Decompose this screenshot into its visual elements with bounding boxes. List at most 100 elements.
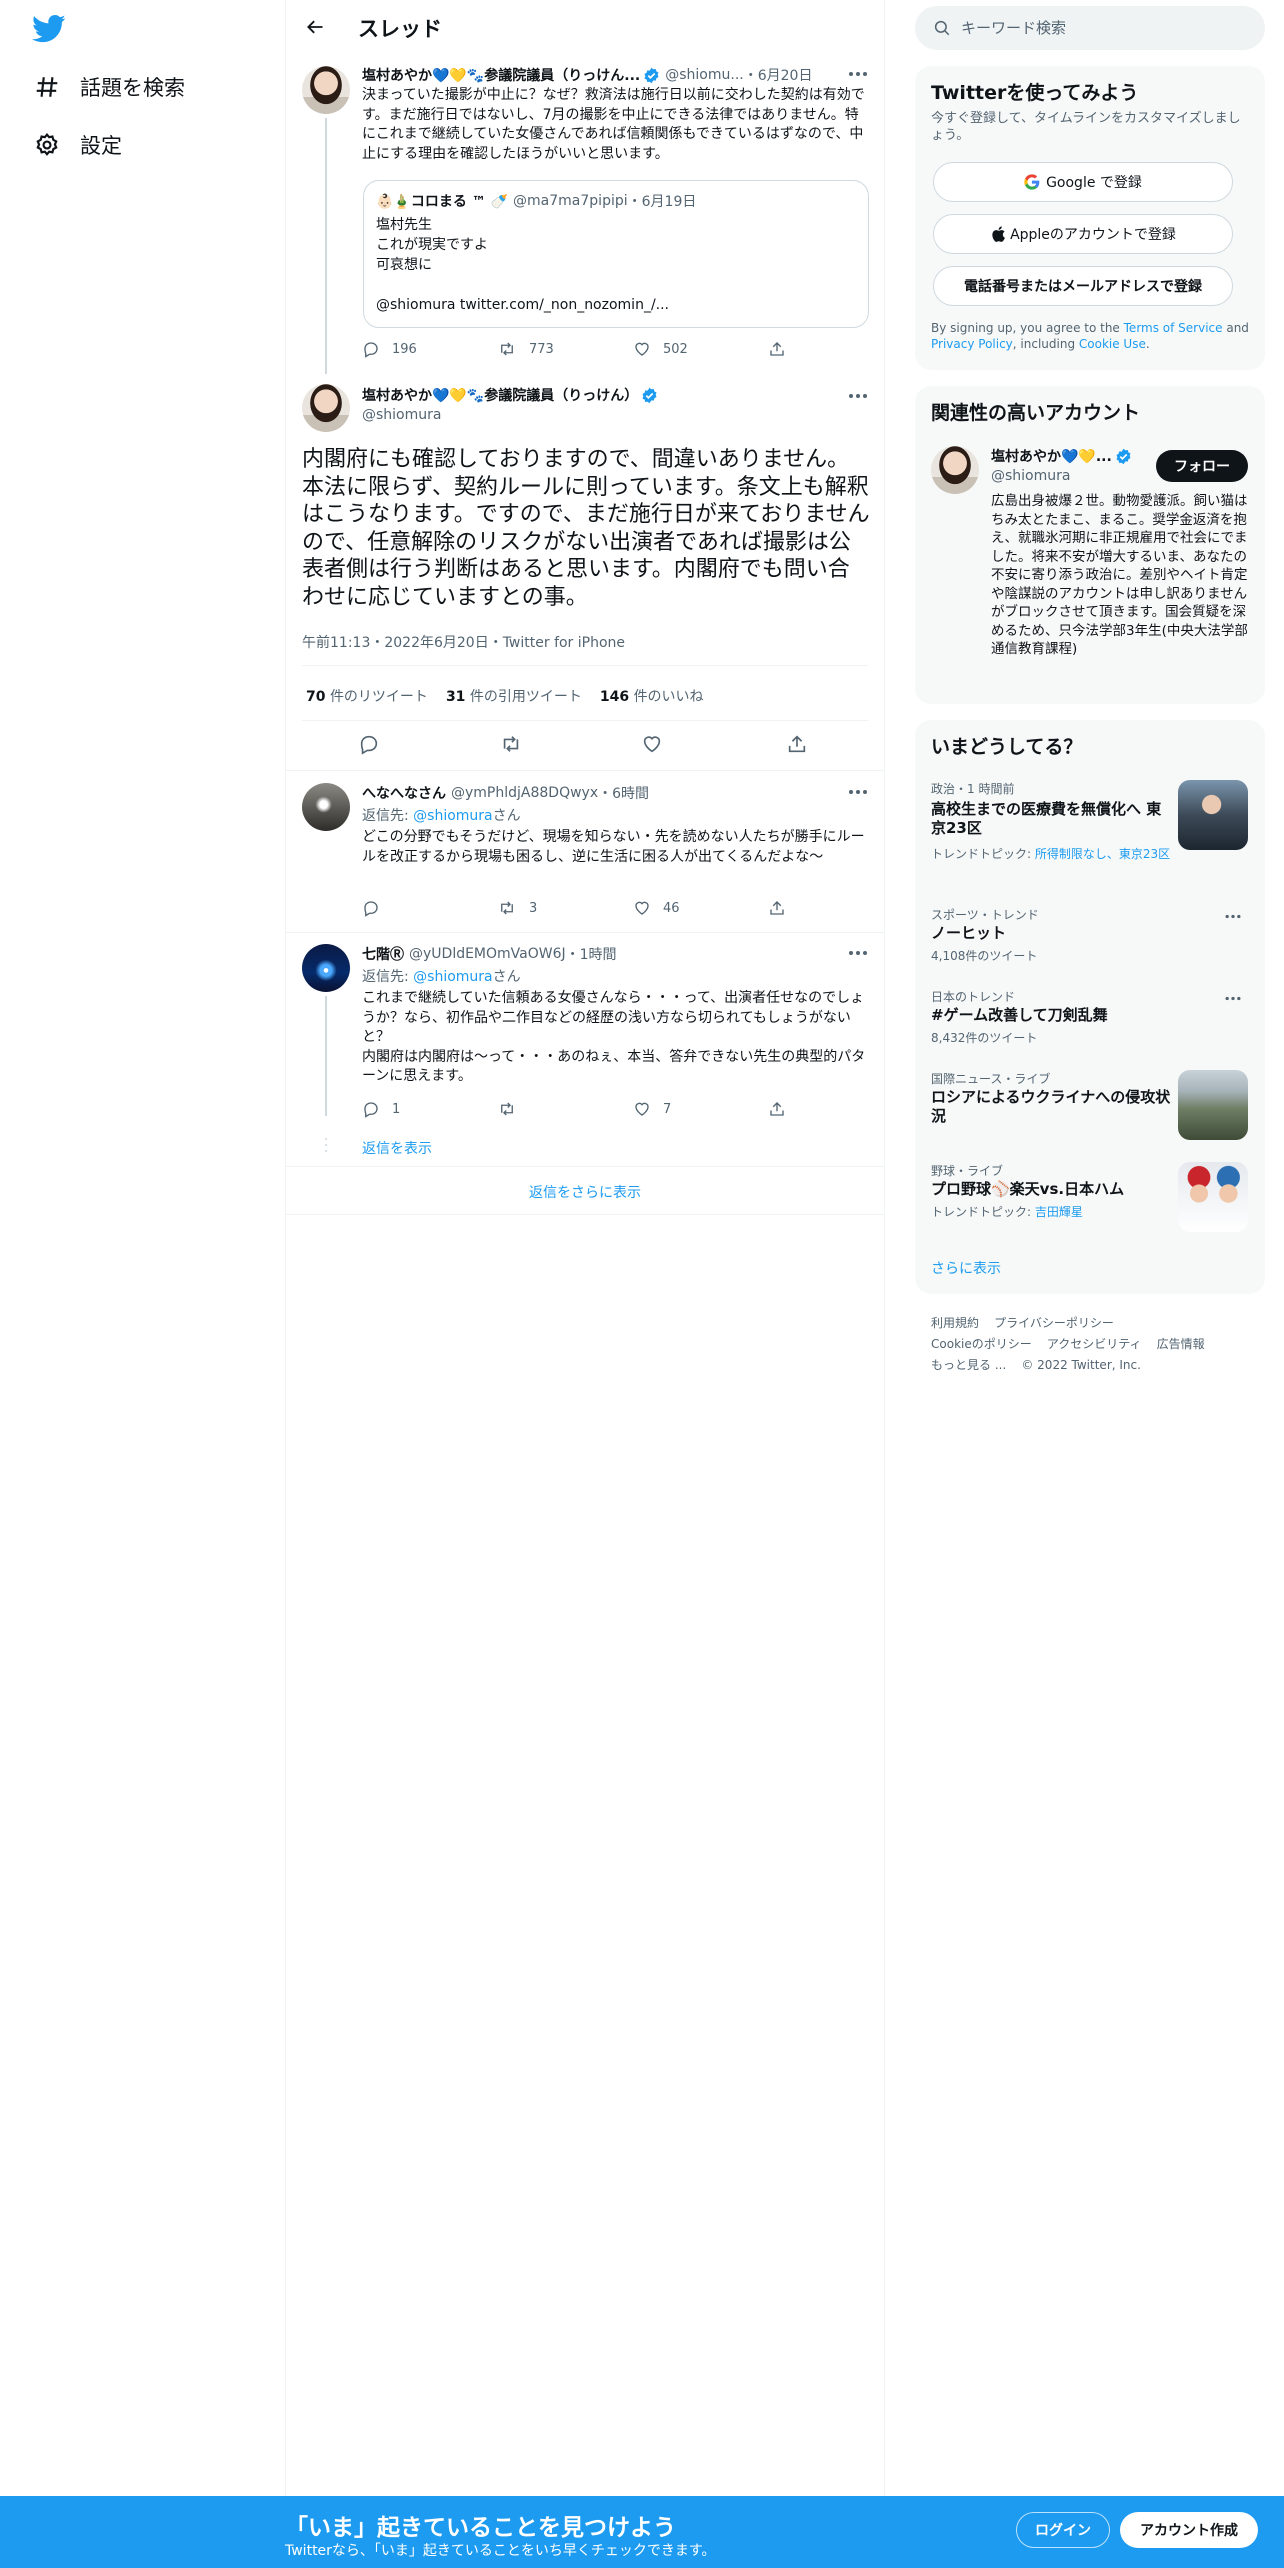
trend-item[interactable]: スポーツ・トレンド ノーヒット 4,108件のツイート — [915, 906, 1265, 970]
avatar[interactable] — [931, 446, 979, 494]
privacy-policy-link[interactable]: Privacy Policy — [931, 337, 1013, 351]
trend-topic-link[interactable]: 所得制限なし、東京23区 — [1035, 847, 1170, 861]
show-replies-link[interactable]: 返信を表示 — [362, 1138, 432, 1158]
search-box[interactable] — [915, 6, 1265, 50]
tweet-author-handle[interactable]: @yUDldEMOmVaOW6J — [409, 946, 566, 962]
like-button[interactable]: 46 — [633, 899, 680, 917]
retweet-icon — [503, 736, 519, 752]
more-options-icon[interactable] — [1218, 988, 1248, 1008]
trend-item[interactable]: 野球・ライブ プロ野球⚾楽天vs.日本ハム トレンドトピック: 吉田輝星 — [915, 1162, 1265, 1236]
tweet-author-name[interactable]: へなへなさん — [362, 783, 446, 803]
avatar[interactable] — [302, 783, 350, 831]
reply-button[interactable]: 1 — [362, 1100, 400, 1118]
reply-button[interactable]: 196 — [362, 340, 417, 358]
tweet-author-handle[interactable]: @shiomura — [362, 407, 441, 423]
signup-button[interactable]: アカウント作成 — [1120, 2512, 1258, 2548]
tweet-author-handle[interactable]: @ymPhldjA88DQwyx — [451, 785, 598, 801]
more-options-icon[interactable] — [843, 943, 873, 963]
tweet-timestamp[interactable]: 午前11:13・2022年6月20日・Twitter for iPhone — [302, 632, 625, 652]
quote-stat-label: 件の引用ツイート — [469, 689, 582, 705]
left-navigation: 話題を検索 設定 — [0, 0, 285, 2568]
trend-subtitle: 4,108件のツイート — [931, 949, 1038, 963]
tweet-author-handle[interactable]: @shiomu... — [665, 67, 743, 83]
divider — [286, 932, 884, 933]
heart-icon — [635, 342, 649, 356]
retweet-button[interactable] — [499, 733, 523, 755]
show-more-trends-link[interactable]: さらに表示 — [931, 1258, 1001, 1278]
retweet-button[interactable] — [497, 1100, 517, 1118]
footer-ads-link[interactable]: 広告情報 — [1157, 1337, 1205, 1351]
verified-badge-icon — [642, 387, 657, 403]
trend-item[interactable]: 日本のトレンド #ゲーム改善して刀剣乱舞 8,432件のツイート — [915, 988, 1265, 1052]
twitter-bird-icon[interactable] — [32, 14, 66, 44]
trend-item[interactable]: 国際ニュース・ライブ ロシアによるウクライナへの侵攻状況 — [915, 1070, 1265, 1144]
back-arrow-icon[interactable] — [300, 12, 330, 42]
reply-to-handle[interactable]: @shiomura — [413, 808, 492, 824]
legal-text: , including — [1012, 337, 1079, 351]
more-options-icon[interactable] — [843, 386, 873, 406]
trend-subtitle: 8,432件のツイート — [931, 1031, 1038, 1045]
footer-cookie-link[interactable]: Cookieのポリシー — [931, 1337, 1032, 1351]
show-more-replies-link[interactable]: 返信をさらに表示 — [286, 1182, 884, 1202]
avatar[interactable] — [302, 66, 350, 114]
reply-to-prefix: 返信先: — [362, 969, 414, 985]
trend-item[interactable]: 政治・1 時間前 高校生までの医療費を無償化へ 東京23区 トレンドトピック: … — [915, 780, 1265, 890]
retweet-button[interactable]: 3 — [497, 899, 537, 917]
tweet-date[interactable]: ・6時間 — [598, 783, 649, 803]
nav-settings[interactable]: 設定 — [32, 130, 122, 160]
quote-stat[interactable]: 31 件の引用ツイート — [446, 686, 582, 706]
account-name[interactable]: 塩村あやか💙💛... — [991, 446, 1112, 466]
trend-title: ロシアによるウクライナへの侵攻状況 — [931, 1088, 1171, 1125]
phone-email-signup-button[interactable]: 電話番号またはメールアドレスで登録 — [933, 266, 1233, 306]
reply-count: 1 — [392, 1101, 401, 1117]
terms-of-service-link[interactable]: Terms of Service — [1124, 321, 1223, 335]
page-title: スレッド — [358, 17, 442, 41]
tweet-author-name[interactable]: 塩村あやか💙💛🐾参議院議員（りっけん... — [362, 65, 640, 85]
reply-button[interactable] — [362, 899, 380, 917]
like-button[interactable]: 502 — [633, 340, 688, 358]
retweet-button[interactable]: 773 — [497, 340, 554, 358]
footer-more-link[interactable]: もっと見る ... — [931, 1358, 1006, 1372]
search-input[interactable] — [961, 19, 1241, 37]
heart-icon — [635, 901, 649, 915]
retweet-stat-count: 70 — [306, 689, 326, 705]
cookie-use-link[interactable]: Cookie Use — [1079, 337, 1146, 351]
more-options-icon[interactable] — [1218, 906, 1248, 926]
footer-terms-link[interactable]: 利用規約 — [931, 1316, 979, 1330]
more-options-icon[interactable] — [843, 64, 873, 84]
nav-explore[interactable]: 話題を検索 — [32, 72, 185, 102]
like-button[interactable] — [641, 733, 663, 755]
tweet-author-name[interactable]: 七階Ⓡ — [362, 944, 404, 964]
avatar[interactable] — [302, 384, 350, 432]
tweet-date[interactable]: ・1時間 — [566, 944, 617, 964]
follow-button[interactable]: フォロー — [1156, 450, 1248, 482]
share-button[interactable] — [768, 1100, 786, 1118]
footer-privacy-link[interactable]: プライバシーポリシー — [994, 1316, 1114, 1330]
reply-button[interactable] — [358, 733, 380, 755]
footer-accessibility-link[interactable]: アクセシビリティ — [1047, 1337, 1142, 1351]
trend-category: 国際ニュース・ライブ — [931, 1072, 1051, 1086]
tweet-author-name[interactable]: 塩村あやか💙💛🐾参議院議員（りっけん） — [362, 385, 638, 405]
quoted-tweet[interactable]: 👶🏻🎍コロまる ™ 🍼 @ma7ma7pipipi ・6月19日 塩村先生 これ… — [363, 180, 869, 328]
account-handle[interactable]: @shiomura — [991, 468, 1070, 484]
share-button[interactable] — [768, 340, 786, 358]
login-button[interactable]: ログイン — [1016, 2512, 1110, 2548]
google-signup-button[interactable]: Google で登録 — [933, 162, 1233, 202]
quote-stat-count: 31 — [445, 689, 466, 705]
share-button[interactable] — [786, 733, 808, 755]
tweet-date[interactable]: ・6月20日 — [744, 65, 813, 85]
retweet-stat[interactable]: 70 件のリツイート — [306, 686, 428, 706]
trend-category: 野球・ライブ — [931, 1164, 1004, 1178]
trend-topic-link[interactable]: 吉田輝星 — [1035, 1205, 1083, 1219]
signup-legal: By signing up, you agree to the Terms of… — [931, 320, 1255, 352]
apple-signup-button[interactable]: Appleのアカウントで登録 — [933, 214, 1233, 254]
relevant-accounts-card: 関連性の高いアカウント 塩村あやか💙💛... @shiomura フォロー 広島… — [915, 386, 1265, 704]
reply-to-handle[interactable]: @shiomura — [413, 969, 492, 985]
more-options-icon[interactable] — [843, 782, 873, 802]
share-button[interactable] — [768, 899, 786, 917]
like-button[interactable]: 7 — [633, 1100, 671, 1118]
like-stat[interactable]: 146 件のいいね — [600, 686, 704, 706]
like-stat-label: 件のいいね — [633, 689, 704, 705]
trend-category: 日本のトレンド — [931, 990, 1016, 1004]
avatar[interactable] — [302, 944, 350, 992]
